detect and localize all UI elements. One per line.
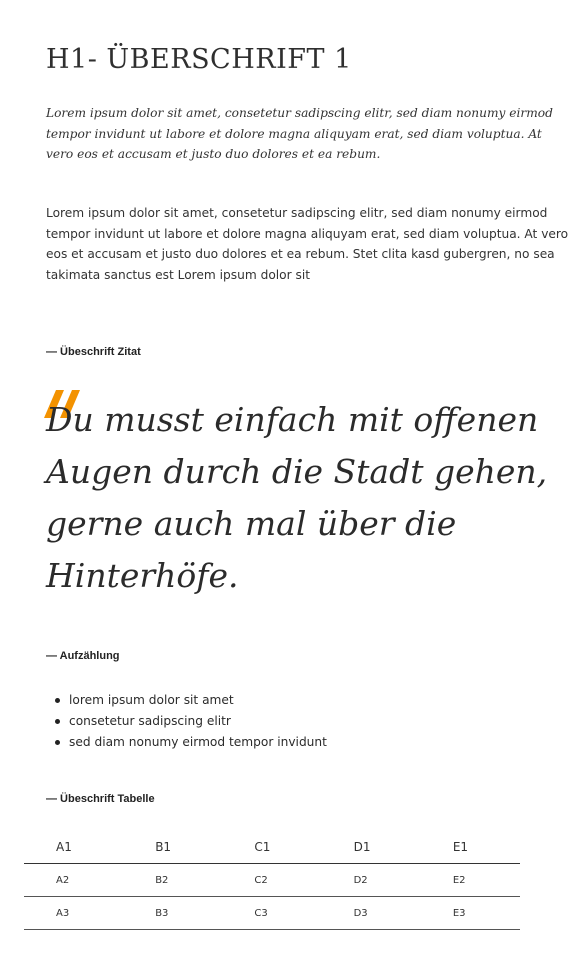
table-cell: D3 [321, 896, 421, 930]
list-item: lorem ipsum dolor sit amet [52, 690, 327, 711]
quote-section-label: — Übeschrift Zitat [46, 346, 141, 358]
bullet-list: lorem ipsum dolor sit amet consetetur sa… [52, 690, 327, 753]
page-title: H1- ÜBERSCHRIFT 1 [46, 44, 352, 75]
table-cell: A3 [24, 896, 124, 930]
table-header-row: A1 B1 C1 D1 E1 [24, 830, 520, 864]
table-header-cell: B1 [123, 830, 223, 864]
table-cell: C2 [222, 863, 322, 897]
list-item: sed diam nonumy eirmod tempor invidunt [52, 732, 327, 753]
table-cell: D2 [321, 863, 421, 897]
body-paragraph: Lorem ipsum dolor sit amet, consetetur s… [46, 206, 569, 282]
table-header-cell: D1 [321, 830, 421, 864]
table-cell: B2 [123, 863, 223, 897]
data-table: A1 B1 C1 D1 E1 A2 B2 C2 D2 E2 A3 B3 C3 D… [24, 830, 520, 930]
table-section-label: — Übeschrift Tabelle [46, 793, 155, 805]
list-section-label: — Aufzählung [46, 650, 120, 662]
blockquote: Du musst einfach mit offenen Augen durch… [44, 390, 566, 602]
table-cell: B3 [123, 896, 223, 930]
table-cell: E2 [420, 863, 520, 897]
table-row: A2 B2 C2 D2 E2 [24, 863, 520, 897]
table-header-cell: E1 [420, 830, 520, 864]
table-header-cell: C1 [222, 830, 322, 864]
list-item: consetetur sadipscing elitr [52, 711, 327, 732]
table-row: A3 B3 C3 D3 E3 [24, 896, 520, 930]
table-cell: A2 [24, 863, 124, 897]
table-cell: C3 [222, 896, 322, 930]
table-cell: E3 [420, 896, 520, 930]
table-header-cell: A1 [24, 830, 124, 864]
lead-paragraph: Lorem ipsum dolor sit amet, consetetur s… [46, 106, 553, 161]
quote-text: Du musst einfach mit offenen Augen durch… [46, 400, 548, 595]
page: H1- ÜBERSCHRIFT 1 Lorem ipsum dolor sit … [0, 0, 579, 971]
